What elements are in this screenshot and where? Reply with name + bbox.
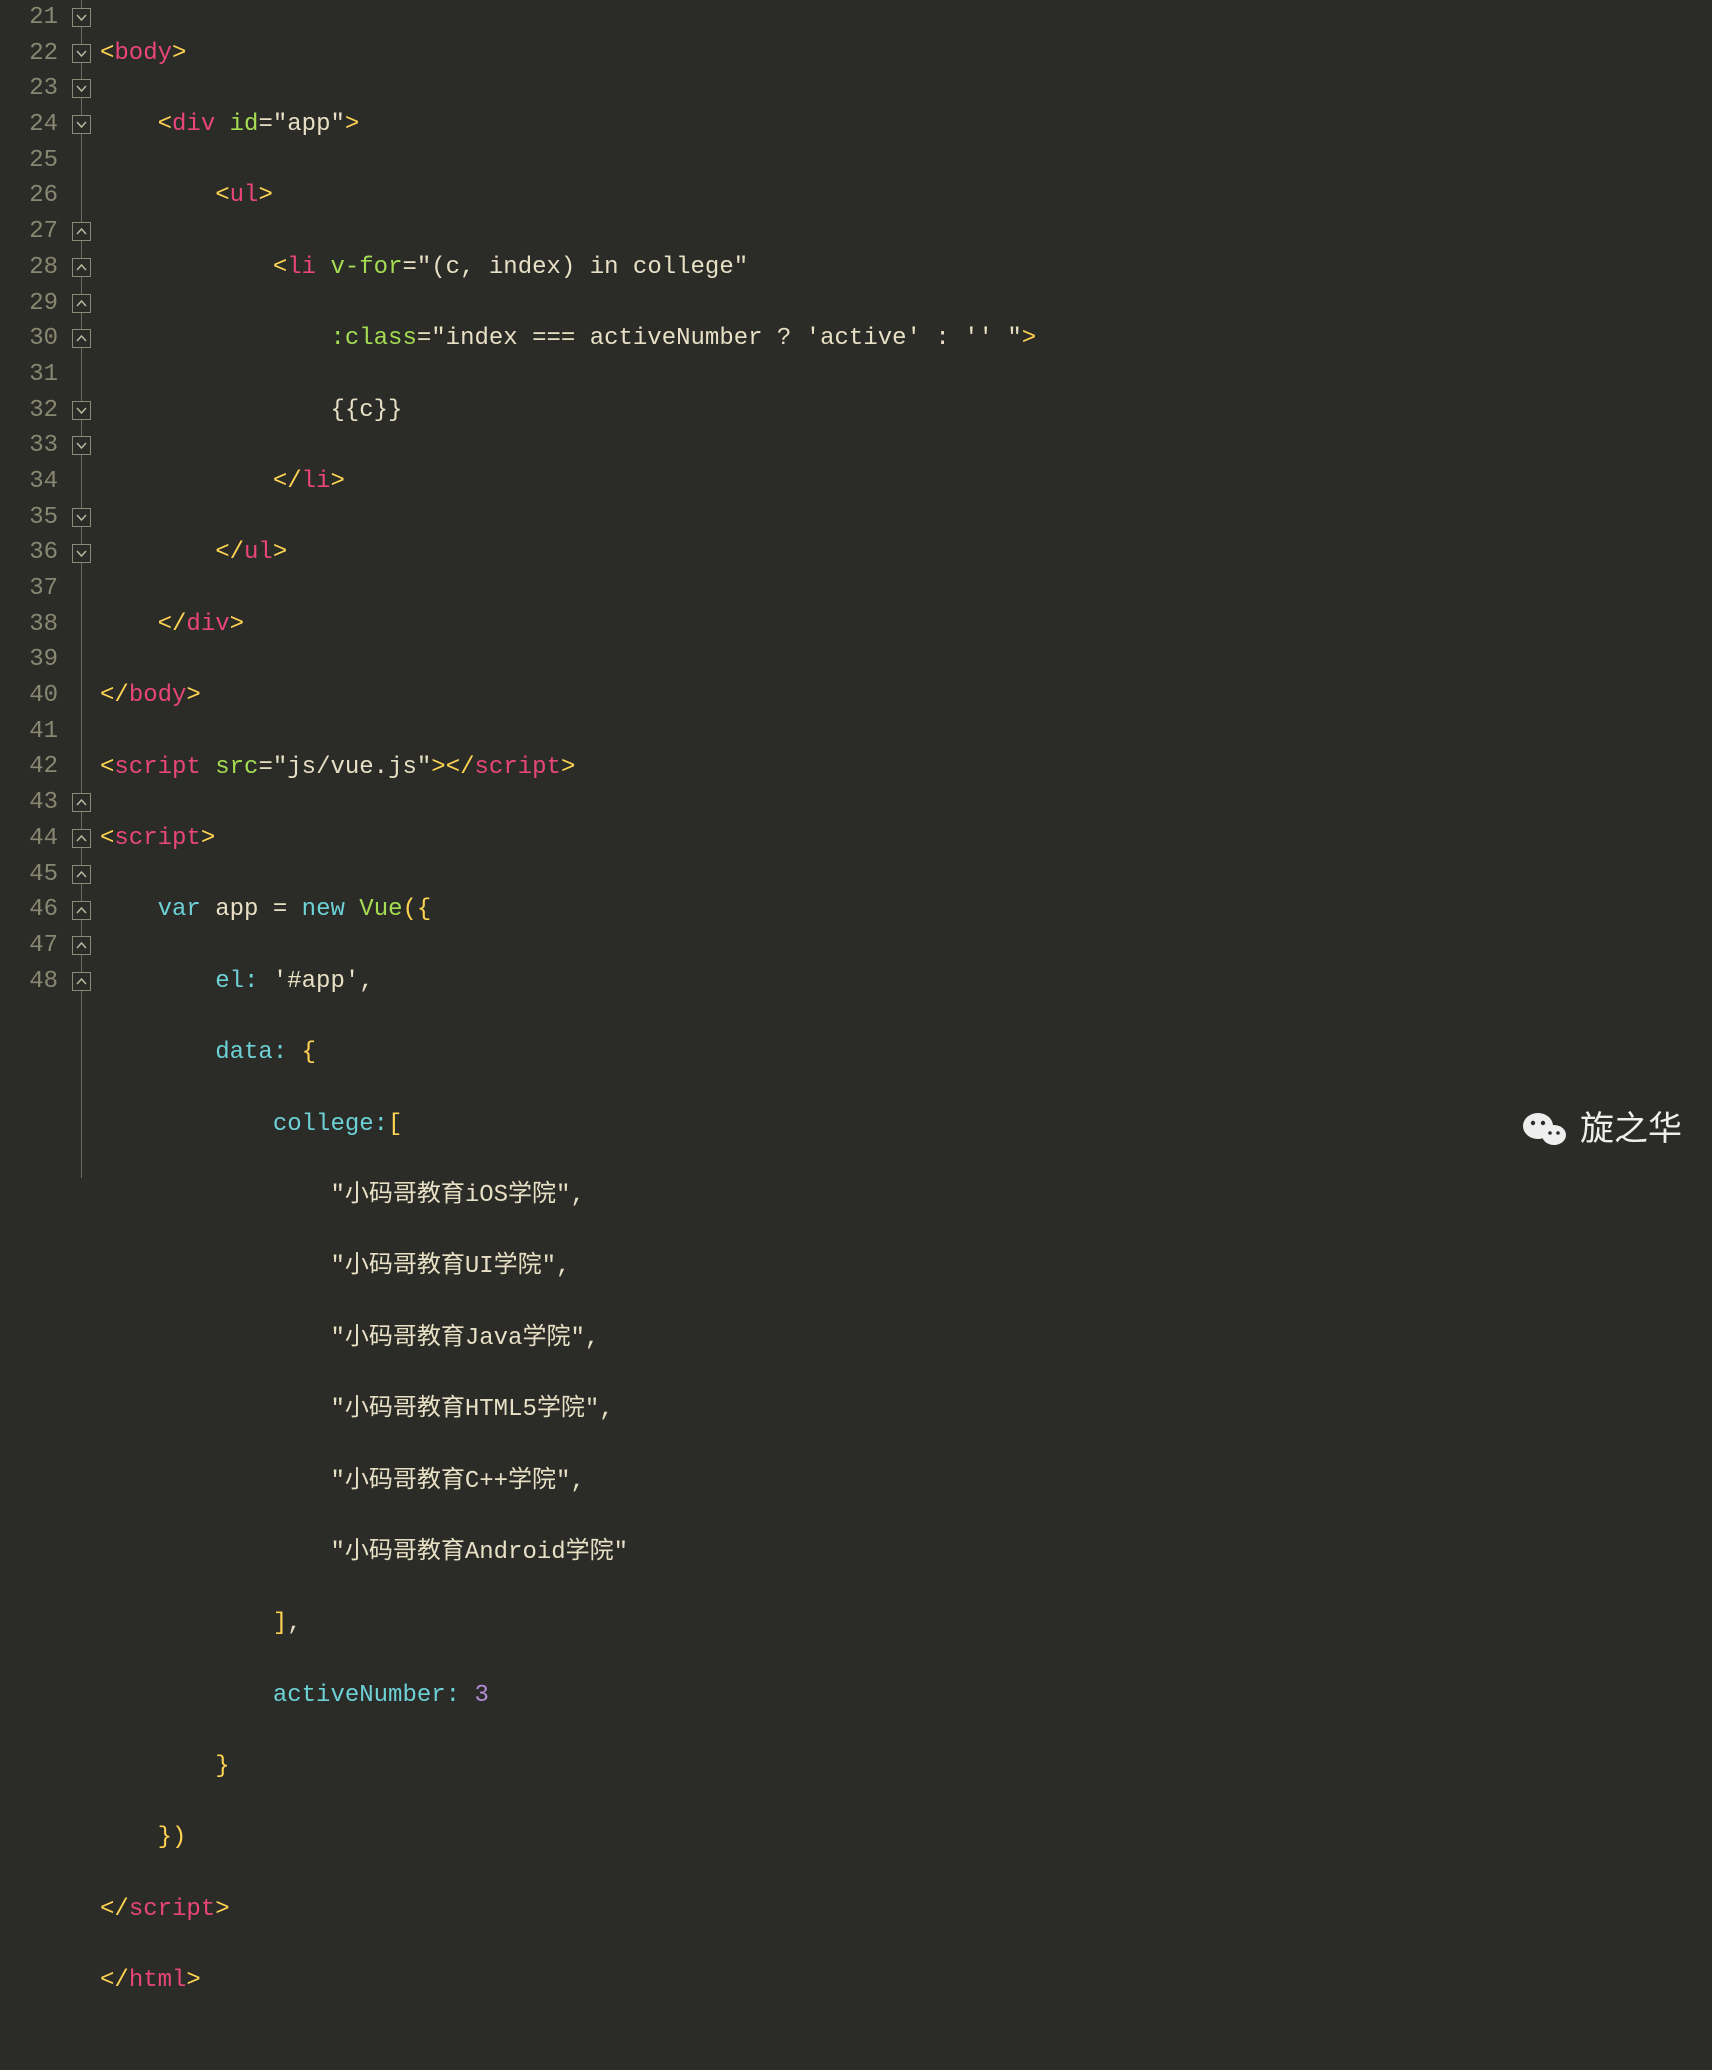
code-line[interactable]: "小码哥教育Java学院", [100,1321,1036,1357]
line-number: 22 [0,36,58,72]
fold-open-icon[interactable] [72,401,91,420]
code-line[interactable]: ], [100,1606,1036,1642]
line-number: 32 [0,393,58,429]
fold-open-icon[interactable] [72,8,91,27]
code-line[interactable]: "小码哥教育C++学院", [100,1464,1036,1500]
code-line[interactable]: <script src="js/vue.js"></script> [100,750,1036,786]
code-line[interactable]: "小码哥教育Android学院" [100,1535,1036,1571]
code-line[interactable]: </script> [100,1892,1036,1928]
line-number: 33 [0,428,58,464]
code-line[interactable]: </html> [100,1963,1036,1999]
line-number: 27 [0,214,58,250]
fold-open-icon[interactable] [72,544,91,563]
fold-open-icon[interactable] [72,44,91,63]
line-number: 31 [0,357,58,393]
code-line[interactable]: <li v-for="(c, index) in college" [100,250,1036,286]
code-area[interactable]: <body> <div id="app"> <ul> <li v-for="(c… [96,0,1036,1178]
line-number: 41 [0,714,58,750]
code-editor[interactable]: 21 22 23 24 25 26 27 28 29 30 31 32 33 3… [0,0,1712,1178]
wechat-icon [1522,1110,1568,1150]
fold-close-icon[interactable] [72,222,91,241]
code-line[interactable]: data: { [100,1035,1036,1071]
fold-close-icon[interactable] [72,936,91,955]
fold-close-icon[interactable] [72,972,91,991]
code-line[interactable]: el: '#app', [100,964,1036,1000]
fold-open-icon[interactable] [72,115,91,134]
code-line[interactable]: "小码哥教育HTML5学院", [100,1392,1036,1428]
line-number: 23 [0,71,58,107]
line-number: 43 [0,785,58,821]
line-number: 39 [0,642,58,678]
code-line[interactable]: "小码哥教育UI学院", [100,1249,1036,1285]
code-line[interactable]: activeNumber: 3 [100,1678,1036,1714]
fold-open-icon[interactable] [72,508,91,527]
code-line[interactable]: } [100,1749,1036,1785]
line-number: 26 [0,178,58,214]
code-line[interactable]: var app = new Vue({ [100,892,1036,928]
line-number: 29 [0,286,58,322]
code-line[interactable]: </body> [100,678,1036,714]
line-number-gutter: 21 22 23 24 25 26 27 28 29 30 31 32 33 3… [0,0,68,1178]
code-line[interactable]: <ul> [100,178,1036,214]
line-number: 24 [0,107,58,143]
fold-open-icon[interactable] [72,436,91,455]
line-number: 36 [0,535,58,571]
code-line[interactable]: </div> [100,607,1036,643]
fold-close-icon[interactable] [72,901,91,920]
line-number: 28 [0,250,58,286]
fold-close-icon[interactable] [72,329,91,348]
code-line[interactable]: <div id="app"> [100,107,1036,143]
line-number: 40 [0,678,58,714]
watermark: 旋之华 [1522,1110,1682,1150]
line-number: 47 [0,928,58,964]
line-number: 38 [0,607,58,643]
fold-close-icon[interactable] [72,829,91,848]
code-line[interactable]: <script> [100,821,1036,857]
line-number: 35 [0,500,58,536]
fold-close-icon[interactable] [72,793,91,812]
line-number: 21 [0,0,58,36]
code-line[interactable]: <body> [100,36,1036,72]
code-line[interactable]: :class="index === activeNumber ? 'active… [100,321,1036,357]
line-number: 25 [0,143,58,179]
code-line[interactable]: </ul> [100,535,1036,571]
code-line[interactable]: "小码哥教育iOS学院", [100,1178,1036,1214]
fold-close-icon[interactable] [72,294,91,313]
line-number: 48 [0,964,58,1000]
line-number: 34 [0,464,58,500]
line-number: 37 [0,571,58,607]
line-number: 46 [0,892,58,928]
code-line[interactable]: college:[ [100,1107,1036,1143]
fold-gutter [68,0,96,1178]
fold-close-icon[interactable] [72,865,91,884]
code-line[interactable]: </li> [100,464,1036,500]
fold-open-icon[interactable] [72,79,91,98]
code-line[interactable]: {{c}} [100,393,1036,429]
code-line[interactable]: }) [100,1820,1036,1856]
line-number: 42 [0,749,58,785]
fold-close-icon[interactable] [72,258,91,277]
line-number: 30 [0,321,58,357]
watermark-text: 旋之华 [1580,1112,1682,1148]
line-number: 44 [0,821,58,857]
line-number: 45 [0,857,58,893]
